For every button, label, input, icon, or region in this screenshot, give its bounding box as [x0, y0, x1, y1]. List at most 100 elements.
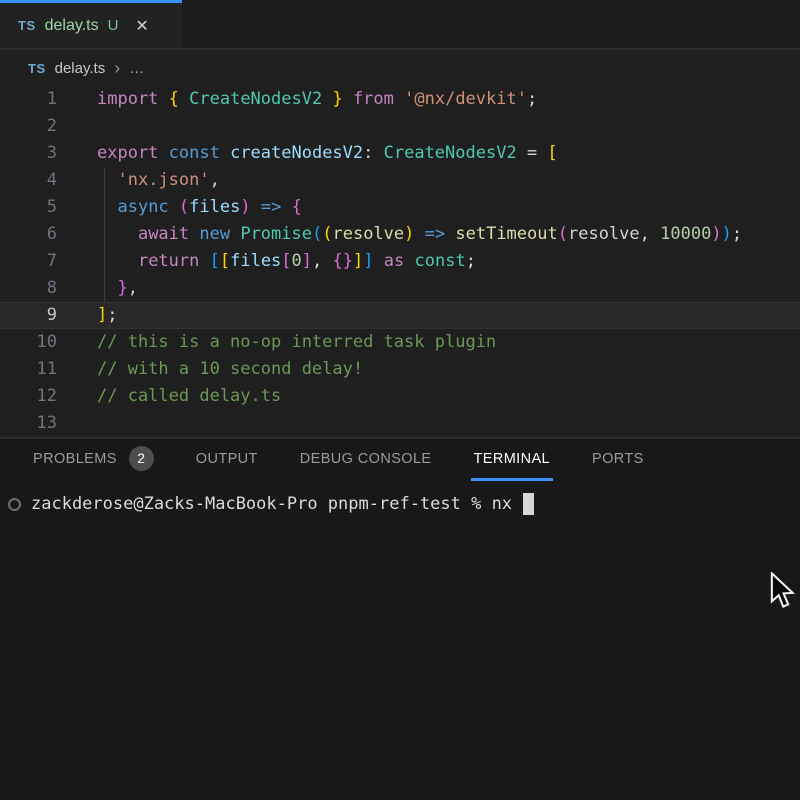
code-line[interactable]: 1import { CreateNodesV2 } from '@nx/devk…: [0, 86, 800, 113]
code-token: [97, 224, 138, 244]
code-token: ]: [302, 251, 312, 271]
panel-tab-output[interactable]: OUTPUT: [193, 439, 261, 481]
close-icon[interactable]: ✕: [135, 16, 148, 36]
code-token: [: [281, 251, 291, 271]
panel-tab-terminal[interactable]: TERMINAL: [471, 439, 554, 481]
code-token: [97, 251, 138, 271]
typescript-file-icon: TS: [28, 61, 46, 76]
code-token: ;: [732, 224, 742, 244]
code-token: ,: [312, 251, 332, 271]
line-number: 6: [0, 221, 57, 248]
code-token: ]: [363, 251, 373, 271]
code-text: [57, 113, 97, 140]
editor-tab-bar: TS delay.ts U ✕: [0, 0, 800, 50]
line-number: 7: [0, 248, 57, 275]
panel-tab-ports[interactable]: PORTS: [589, 439, 647, 481]
breadcrumb: TS delay.ts › …: [0, 50, 800, 86]
code-token: export: [97, 143, 169, 163]
code-token: files: [230, 251, 281, 271]
line-number: 12: [0, 383, 57, 410]
code-token: [394, 89, 404, 109]
code-token: [: [220, 251, 230, 271]
code-token: 'nx.json': [117, 170, 209, 190]
code-line[interactable]: 9];: [0, 302, 800, 329]
code-token: [374, 251, 384, 271]
code-text: // called delay.ts: [57, 383, 281, 410]
code-token: createNodesV2: [230, 143, 363, 163]
code-token: }: [117, 278, 127, 298]
code-token: =: [517, 143, 548, 163]
code-line[interactable]: 11// with a 10 second delay!: [0, 356, 800, 383]
line-number: 1: [0, 86, 57, 113]
code-text: import { CreateNodesV2 } from '@nx/devki…: [57, 86, 537, 113]
code-token: {: [292, 197, 302, 217]
code-line[interactable]: 6 await new Promise((resolve) => setTime…: [0, 221, 800, 248]
code-token: const: [415, 251, 466, 271]
code-token: [404, 251, 414, 271]
code-lines: 1import { CreateNodesV2 } from '@nx/devk…: [0, 86, 800, 437]
code-line[interactable]: 4 'nx.json',: [0, 167, 800, 194]
code-line[interactable]: 13: [0, 410, 800, 437]
code-token: setTimeout: [455, 224, 557, 244]
breadcrumb-item-symbol[interactable]: …: [129, 60, 145, 77]
code-token: {}: [333, 251, 353, 271]
code-token: ): [711, 224, 721, 244]
terminal-command-line[interactable]: zackderose@Zacks-MacBook-Pro pnpm-ref-te…: [8, 491, 800, 517]
code-line[interactable]: 3export const createNodesV2: CreateNodes…: [0, 140, 800, 167]
line-number: 9: [0, 302, 57, 329]
code-token: as: [384, 251, 404, 271]
line-number: 13: [0, 410, 57, 437]
panel-tab-label: PROBLEMS: [33, 451, 117, 467]
code-token: ): [404, 224, 414, 244]
panel-tab-label: DEBUG CONSOLE: [300, 451, 432, 467]
panel-tab-problems[interactable]: PROBLEMS 2: [30, 439, 157, 481]
code-line[interactable]: 10// this is a no-op interred task plugi…: [0, 329, 800, 356]
code-line[interactable]: 2: [0, 113, 800, 140]
panel-tab-debug-console[interactable]: DEBUG CONSOLE: [297, 439, 435, 481]
tab-delay-ts[interactable]: TS delay.ts U ✕: [0, 0, 182, 48]
code-token: const: [169, 143, 230, 163]
terminal-cursor: [523, 493, 534, 515]
code-token: files: [189, 197, 240, 217]
line-number: 8: [0, 275, 57, 302]
code-editor[interactable]: 1import { CreateNodesV2 } from '@nx/devk…: [0, 86, 800, 437]
terminal-view[interactable]: zackderose@Zacks-MacBook-Pro pnpm-ref-te…: [0, 481, 800, 517]
code-token: import: [97, 89, 169, 109]
code-text: 'nx.json',: [57, 167, 220, 194]
code-token: ): [240, 197, 250, 217]
code-token: ]: [353, 251, 363, 271]
code-token: resolve: [568, 224, 640, 244]
code-token: 0: [292, 251, 302, 271]
code-token: [281, 197, 291, 217]
code-line[interactable]: 5 async (files) => {: [0, 194, 800, 221]
code-token: '@nx/devkit': [404, 89, 527, 109]
code-token: // this is a no-op interred task plugin: [97, 332, 496, 352]
code-token: (: [322, 224, 332, 244]
code-token: {: [169, 89, 189, 109]
code-text: [57, 410, 97, 437]
code-text: return [[files[0], {}]] as const;: [57, 248, 476, 275]
code-token: ): [722, 224, 732, 244]
problems-count-badge: 2: [129, 446, 154, 471]
code-token: [414, 224, 424, 244]
code-token: ,: [128, 278, 138, 298]
code-line[interactable]: 12// called delay.ts: [0, 383, 800, 410]
code-token: [445, 224, 455, 244]
code-text: // with a 10 second delay!: [57, 356, 363, 383]
code-token: from: [353, 89, 394, 109]
code-line[interactable]: 7 return [[files[0], {}]] as const;: [0, 248, 800, 275]
code-line[interactable]: 8 },: [0, 275, 800, 302]
code-token: Promise: [240, 224, 312, 244]
code-token: [97, 197, 117, 217]
panel-tabs: PROBLEMS 2 OUTPUT DEBUG CONSOLE TERMINAL PORT…: [0, 439, 800, 481]
code-token: return: [138, 251, 210, 271]
code-token: ,: [640, 224, 660, 244]
code-text: await new Promise((resolve) => setTimeou…: [57, 221, 742, 248]
terminal-command-decoration-icon: [8, 498, 21, 511]
tab-filename: delay.ts: [45, 17, 99, 35]
breadcrumb-item-file[interactable]: delay.ts: [55, 60, 106, 77]
typescript-file-icon: TS: [18, 18, 36, 33]
line-number: 5: [0, 194, 57, 221]
code-token: CreateNodesV2: [384, 143, 517, 163]
line-number: 3: [0, 140, 57, 167]
